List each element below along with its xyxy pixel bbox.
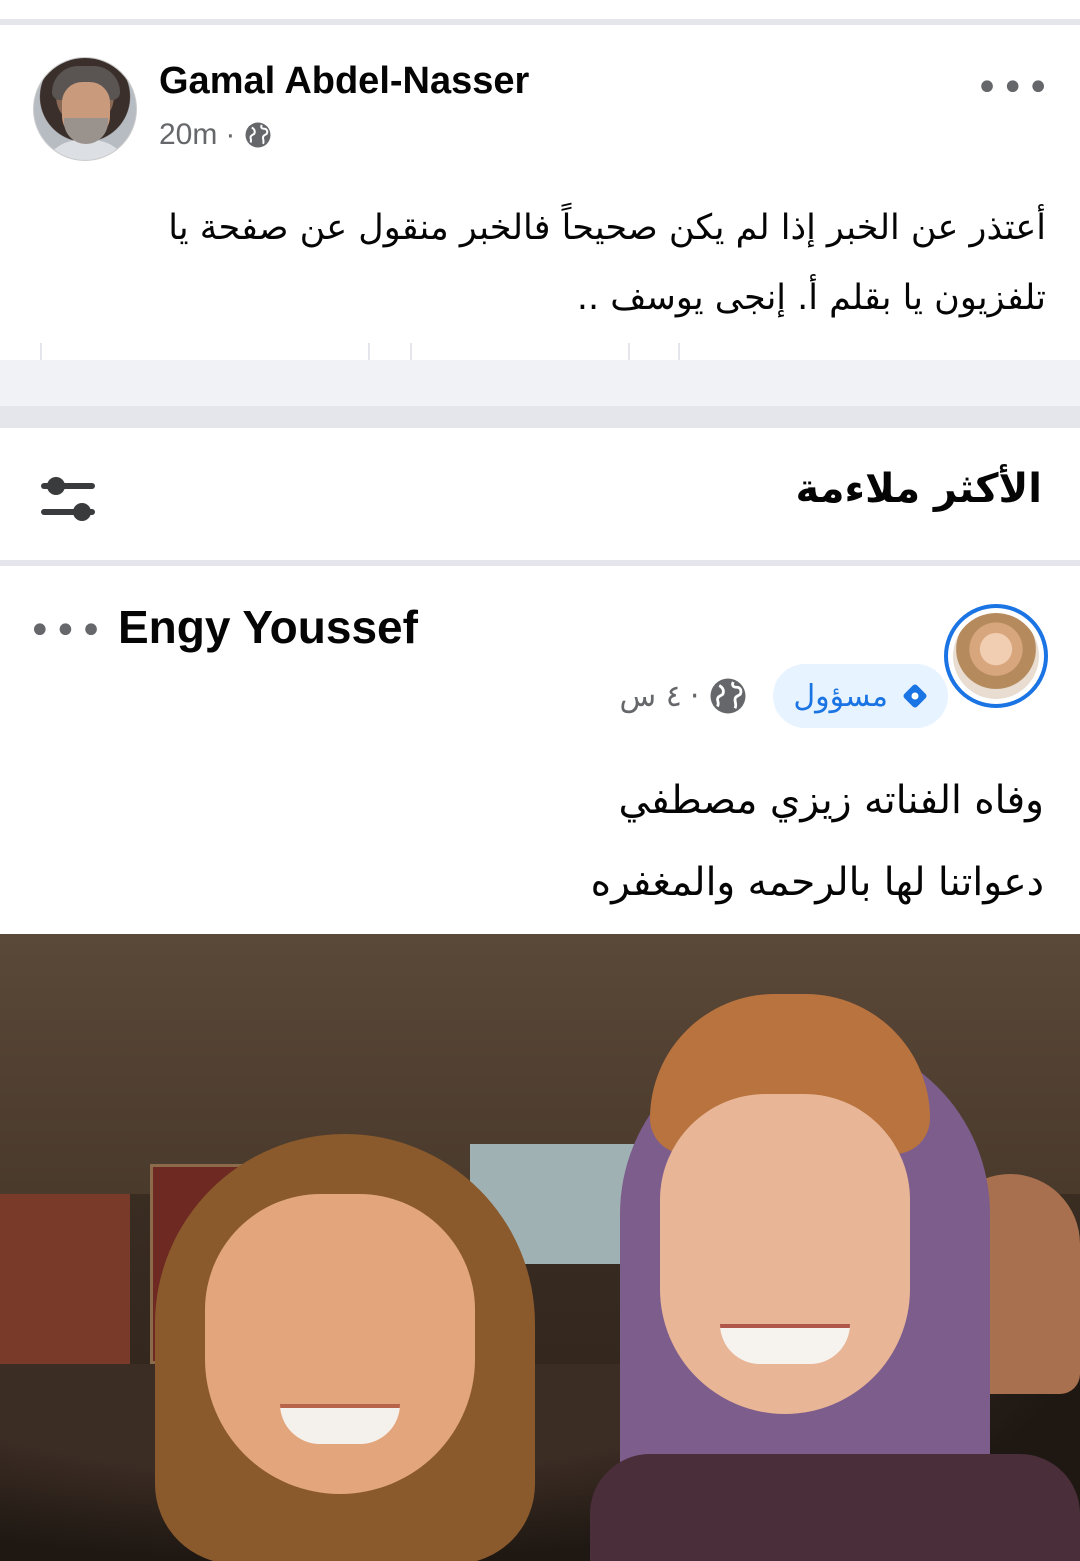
globe-icon bbox=[245, 122, 271, 148]
post-text: أعتذر عن الخبر إذا لم يكن صحيحاً فالخبر … bbox=[168, 208, 1046, 318]
shared-text-line-1: وفاه الفناته زيزي مصطفي bbox=[618, 778, 1044, 823]
shared-more-icon[interactable]: ••• bbox=[28, 608, 105, 654]
shared-post-text: وفاه الفناته زيزي مصطفي دعواتنا لها بالر… bbox=[84, 760, 1044, 924]
shared-author-avatar[interactable] bbox=[944, 604, 1048, 708]
meta-separator: · bbox=[225, 118, 236, 151]
comments-sort-bar[interactable]: الأكثر ملاءمة bbox=[0, 428, 1080, 566]
post-meta: 20m · bbox=[159, 118, 273, 152]
post-time[interactable]: 20m bbox=[159, 118, 217, 152]
section-separator bbox=[0, 360, 1080, 428]
shared-post-time[interactable]: ٤ س bbox=[620, 679, 682, 714]
shared-time-meta: · ٤ س bbox=[620, 675, 756, 717]
shared-meta: · ٤ س مسؤول bbox=[620, 664, 948, 728]
meta-separator: · bbox=[689, 678, 700, 714]
shared-post: Engy Youssef ••• · ٤ س مسؤول وفاه الفنات… bbox=[0, 572, 1080, 1561]
admin-diamond-icon bbox=[903, 684, 927, 708]
globe-icon bbox=[710, 678, 746, 714]
shared-post-photo[interactable] bbox=[0, 934, 1080, 1561]
sort-title[interactable]: الأكثر ملاءمة bbox=[795, 466, 1042, 512]
post-more-icon[interactable]: ••• bbox=[975, 65, 1052, 111]
author-name[interactable]: Gamal Abdel-Nasser bbox=[159, 60, 529, 103]
shared-author-name[interactable]: Engy Youssef bbox=[118, 600, 418, 654]
shared-text-line-2: دعواتنا لها بالرحمه والمغفره bbox=[590, 860, 1044, 905]
author-avatar[interactable] bbox=[33, 57, 137, 161]
admin-badge-label: مسؤول bbox=[793, 678, 888, 714]
outer-post: Gamal Abdel-Nasser 20m · ••• أعتذر عن ال… bbox=[0, 25, 1080, 403]
admin-badge[interactable]: مسؤول bbox=[773, 664, 948, 728]
filter-icon[interactable] bbox=[36, 472, 100, 526]
